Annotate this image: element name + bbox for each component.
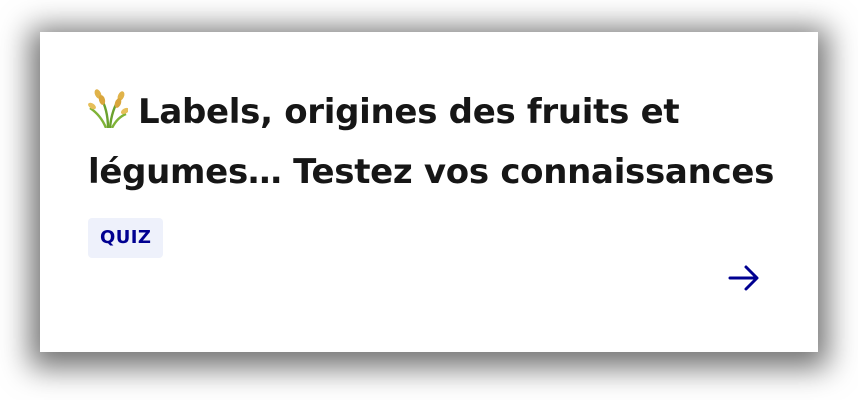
card-title-text: Labels, origines des fruits et légumes… … <box>88 92 775 192</box>
sheaf-of-rice-icon <box>88 87 130 129</box>
quiz-badge: QUIZ <box>88 218 164 258</box>
card-title: Labels, origines des fruits et légumes… … <box>88 82 788 202</box>
arrow-right-icon[interactable] <box>726 260 762 296</box>
page: Labels, origines des fruits et légumes… … <box>0 0 858 400</box>
quiz-card[interactable]: Labels, origines des fruits et légumes… … <box>40 32 818 352</box>
